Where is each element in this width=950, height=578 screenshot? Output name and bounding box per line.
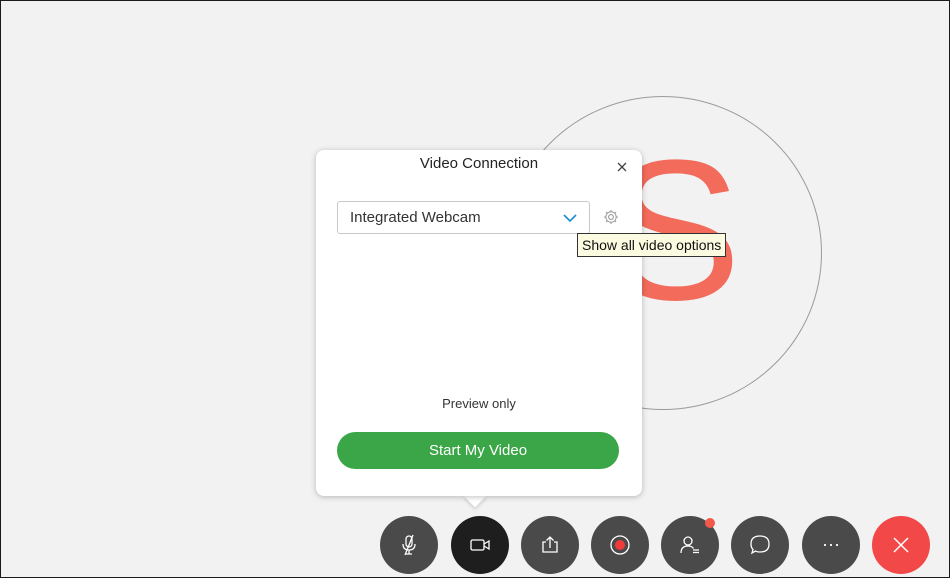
leave-icon [893, 537, 909, 553]
chevron-down-icon [562, 211, 578, 225]
chat-icon [750, 535, 770, 555]
notification-dot [705, 518, 715, 528]
record-icon [610, 535, 630, 555]
participants-icon [680, 536, 699, 554]
gear-icon[interactable] [602, 208, 620, 226]
chat-button[interactable] [731, 516, 789, 574]
more-icon [823, 543, 839, 547]
mic-muted-icon [402, 534, 416, 556]
close-icon[interactable] [614, 159, 630, 175]
video-button[interactable] [451, 516, 509, 574]
mute-button[interactable] [380, 516, 438, 574]
meeting-stage: S Video Connection Integrated Webcam Pre… [0, 0, 950, 578]
camera-select-value: Integrated Webcam [350, 209, 481, 226]
more-button[interactable] [802, 516, 860, 574]
participants-button[interactable] [661, 516, 719, 574]
leave-meeting-button[interactable] [872, 516, 930, 574]
video-options-tooltip: Show all video options [577, 233, 727, 257]
record-button[interactable] [591, 516, 649, 574]
video-camera-icon [470, 539, 490, 551]
camera-select[interactable]: Integrated Webcam [337, 201, 590, 234]
start-video-button[interactable]: Start My Video [337, 432, 619, 469]
video-connection-panel: Video Connection Integrated Webcam Previ… [316, 150, 642, 496]
preview-label: Preview only [442, 396, 516, 411]
panel-title: Video Connection [419, 155, 539, 172]
share-button[interactable] [521, 516, 579, 574]
share-screen-icon [542, 536, 558, 553]
